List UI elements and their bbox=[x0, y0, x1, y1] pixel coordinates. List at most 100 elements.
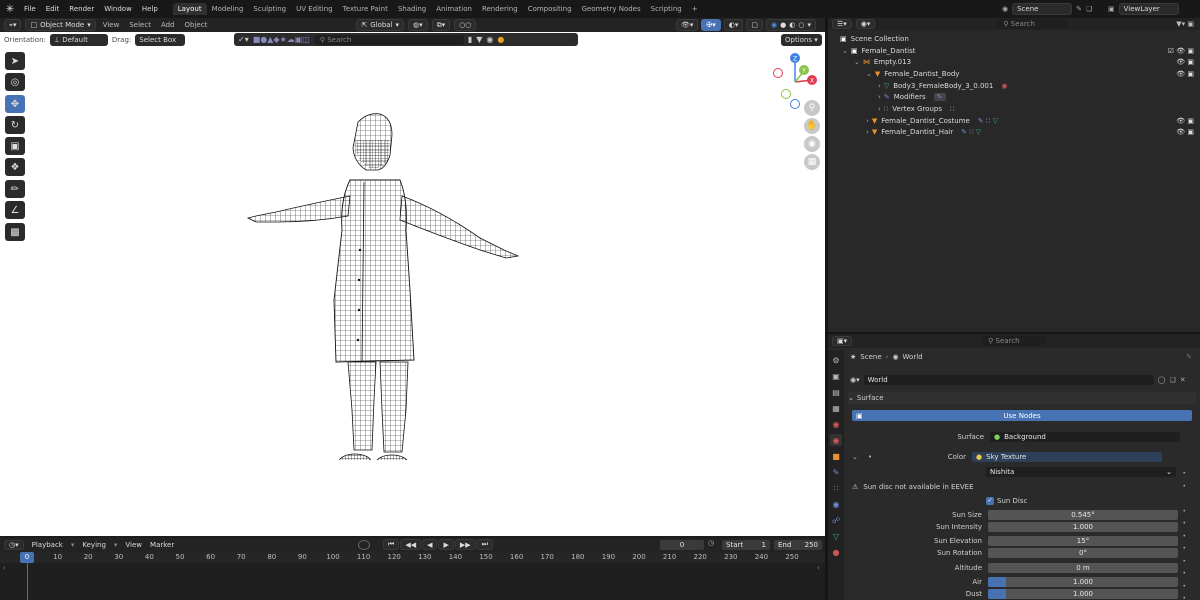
drag-dropdown[interactable]: Select Box bbox=[135, 34, 186, 46]
chevron-down-icon[interactable]: ⌄ bbox=[852, 453, 858, 461]
animate-property-dots[interactable]: • • • • • • • • • • bbox=[1182, 468, 1186, 600]
tab-modeling[interactable]: Modeling bbox=[207, 3, 249, 15]
new-scene-icon[interactable]: ❏ bbox=[1086, 5, 1092, 13]
current-frame-field[interactable]: 0 bbox=[660, 540, 704, 550]
outliner-row-female-dantist-hair[interactable]: › ▼ Female_Dantist_Hair ✎ ∷ ▽ 👁 ▣ bbox=[828, 127, 1200, 139]
particles-tab-icon[interactable]: ∷ bbox=[830, 482, 842, 494]
timeline-expand-icon[interactable]: ‹ bbox=[817, 564, 820, 572]
solid-shading-icon[interactable]: ● bbox=[780, 21, 786, 29]
material-shading-icon[interactable]: ◐ bbox=[789, 21, 795, 29]
surface-field[interactable]: ● Background bbox=[990, 431, 1180, 442]
bookmark-icon[interactable]: ▮ bbox=[468, 35, 472, 44]
play-button[interactable]: ▶ bbox=[438, 539, 454, 550]
sun-size-field[interactable]: 0.545° bbox=[988, 509, 1178, 520]
outliner-row-empty-013[interactable]: ⌄ ⋈ Empty.013 👁 ▣ bbox=[828, 56, 1200, 68]
outliner-row-female-dantist-body[interactable]: ⌄ ▼ Female_Dantist_Body 👁 ▣ bbox=[828, 68, 1200, 80]
hand-pan-icon[interactable]: ✋ bbox=[804, 118, 820, 134]
altitude-field[interactable]: 0 m bbox=[988, 562, 1178, 573]
select-box-tool[interactable]: ➤ bbox=[5, 52, 25, 70]
visibility-icons[interactable]: 👁 ▣ bbox=[1176, 128, 1194, 136]
tab-rendering[interactable]: Rendering bbox=[477, 3, 523, 15]
visibility-icons[interactable]: ☑ 👁 ▣ bbox=[1168, 47, 1194, 55]
move-tool[interactable]: ✥ bbox=[5, 95, 25, 113]
view-layer-tab-icon[interactable]: ▦ bbox=[830, 402, 842, 414]
menu-edit[interactable]: Edit bbox=[41, 5, 65, 13]
cursor-tool[interactable]: ◎ bbox=[5, 73, 25, 91]
clock-icon[interactable]: ◷ bbox=[708, 539, 714, 547]
color-field[interactable]: ● Sky Texture bbox=[972, 451, 1163, 462]
menu-timeline-view[interactable]: View bbox=[125, 541, 142, 549]
tab-compositing[interactable]: Compositing bbox=[523, 3, 577, 15]
chevron-down-icon[interactable]: ⌄ bbox=[866, 70, 872, 78]
tab-uv-editing[interactable]: UV Editing bbox=[291, 3, 338, 15]
jump-start-button[interactable]: ⏮ bbox=[383, 539, 400, 550]
proportional-editing-button[interactable]: ○○ bbox=[454, 19, 477, 31]
world-tab-icon[interactable]: ◉ bbox=[830, 434, 842, 446]
gizmo-neg-y[interactable] bbox=[781, 89, 791, 99]
chevron-down-icon[interactable]: ⌄ bbox=[854, 58, 860, 66]
outliner-row-scene-collection[interactable]: ▣ Scene Collection bbox=[828, 33, 1200, 45]
physics-tab-icon[interactable]: ◉ bbox=[830, 498, 842, 510]
breadcrumb-scene[interactable]: Scene bbox=[860, 353, 881, 361]
orientation-dropdown[interactable]: ⊥ Default bbox=[49, 34, 108, 46]
jump-keyframe-forward-button[interactable]: ▶▶ bbox=[454, 539, 476, 550]
filter-icon[interactable]: ▼ bbox=[476, 35, 482, 44]
sun-disc-checkbox[interactable]: ✓ bbox=[986, 496, 994, 505]
object-type-icons[interactable]: ■●▲◆★☁▣◫ bbox=[253, 35, 310, 44]
breadcrumb-world[interactable]: World bbox=[903, 353, 923, 361]
menu-playback[interactable]: Playback bbox=[32, 541, 63, 549]
object-tab-icon[interactable]: ■ bbox=[830, 450, 842, 462]
gizmo-neg-x[interactable] bbox=[773, 68, 783, 78]
camera-view-icon[interactable]: ◉ bbox=[804, 136, 820, 152]
view-layer-selector[interactable]: ViewLayer bbox=[1118, 3, 1179, 15]
surface-panel-header[interactable]: ⌄ Surface bbox=[848, 392, 1196, 404]
start-frame-field[interactable]: Start 1 bbox=[722, 540, 770, 550]
render-tab-icon[interactable]: ▣ bbox=[830, 370, 842, 382]
chevron-down-icon[interactable]: ⌄ bbox=[842, 47, 848, 55]
chevron-right-icon[interactable]: › bbox=[878, 93, 881, 101]
modifier-tab-icon[interactable]: ✎ bbox=[830, 466, 842, 478]
annotate-tool[interactable]: ✏ bbox=[5, 180, 25, 198]
tab-geometry-nodes[interactable]: Geometry Nodes bbox=[577, 3, 646, 15]
visibility-button[interactable]: 👁▾ bbox=[676, 19, 699, 31]
rendered-shading-icon[interactable]: ○ bbox=[798, 21, 804, 29]
sun-rotation-field[interactable]: 0° bbox=[988, 547, 1178, 558]
data-tab-icon[interactable]: ▽ bbox=[830, 530, 842, 542]
3d-viewport[interactable]: Orientation: ⊥ Default Drag: Select Box … bbox=[0, 32, 825, 536]
bell-icon[interactable]: ● bbox=[497, 35, 504, 44]
output-tab-icon[interactable]: ▤ bbox=[830, 386, 842, 398]
jump-keyframe-back-button[interactable]: ◀◀ bbox=[400, 539, 422, 550]
editor-type-button[interactable]: ⌖▾ bbox=[4, 19, 22, 31]
timeline-ruler[interactable]: 0 10 20 30 40 50 60 70 80 90 100 110 120 130 140 150 160… bbox=[0, 552, 825, 563]
display-mode-button[interactable]: ◉▾ bbox=[855, 19, 876, 29]
wireframe-character[interactable] bbox=[240, 110, 530, 460]
constraints-tab-icon[interactable]: ☍ bbox=[830, 514, 842, 526]
pin-icon[interactable]: ✎ bbox=[1076, 5, 1082, 13]
menu-view[interactable]: View bbox=[100, 21, 123, 29]
end-frame-field[interactable]: End 250 bbox=[774, 540, 822, 550]
xray-toggle-button[interactable]: ▢ bbox=[746, 19, 764, 31]
tab-sculpting[interactable]: Sculpting bbox=[248, 3, 291, 15]
visibility-icons[interactable]: 👁 ▣ bbox=[1176, 58, 1194, 66]
chevron-right-icon[interactable]: › bbox=[878, 82, 881, 90]
gizmo-toggle-button[interactable]: ✠▾ bbox=[701, 19, 721, 31]
outliner-row-modifiers[interactable]: › ✎ Modifiers ✎ bbox=[828, 92, 1200, 104]
auto-keying-button[interactable] bbox=[358, 540, 370, 550]
duplicate-icon[interactable]: ❏ bbox=[1169, 376, 1175, 384]
air-slider[interactable]: 1.000 bbox=[988, 576, 1178, 587]
sun-elevation-field[interactable]: 15° bbox=[988, 535, 1178, 546]
measure-tool[interactable]: ∠ bbox=[5, 201, 25, 219]
filter-toggle-icon[interactable]: ✓▾ bbox=[238, 35, 249, 44]
add-cube-tool[interactable]: ▩ bbox=[5, 223, 25, 241]
visibility-icons[interactable]: 👁 ▣ bbox=[1176, 70, 1194, 78]
tab-scripting[interactable]: Scripting bbox=[646, 3, 687, 15]
menu-file[interactable]: File bbox=[19, 5, 41, 13]
sun-intensity-field[interactable]: 1.000 bbox=[988, 521, 1178, 532]
play-reverse-button[interactable]: ◀ bbox=[422, 539, 438, 550]
wireframe-shading-icon[interactable]: ◉ bbox=[771, 21, 777, 29]
outliner-row-body-mesh[interactable]: › ▽ Body3_FemaleBody_3_0.001 ◉ bbox=[828, 80, 1200, 92]
menu-window[interactable]: Window bbox=[99, 5, 137, 13]
overlay-toggle-button[interactable]: ◐▾ bbox=[723, 19, 744, 31]
zoom-icon[interactable]: ⚲ bbox=[804, 100, 820, 116]
timeline-editor-type-button[interactable]: ◷▾ bbox=[4, 540, 24, 550]
